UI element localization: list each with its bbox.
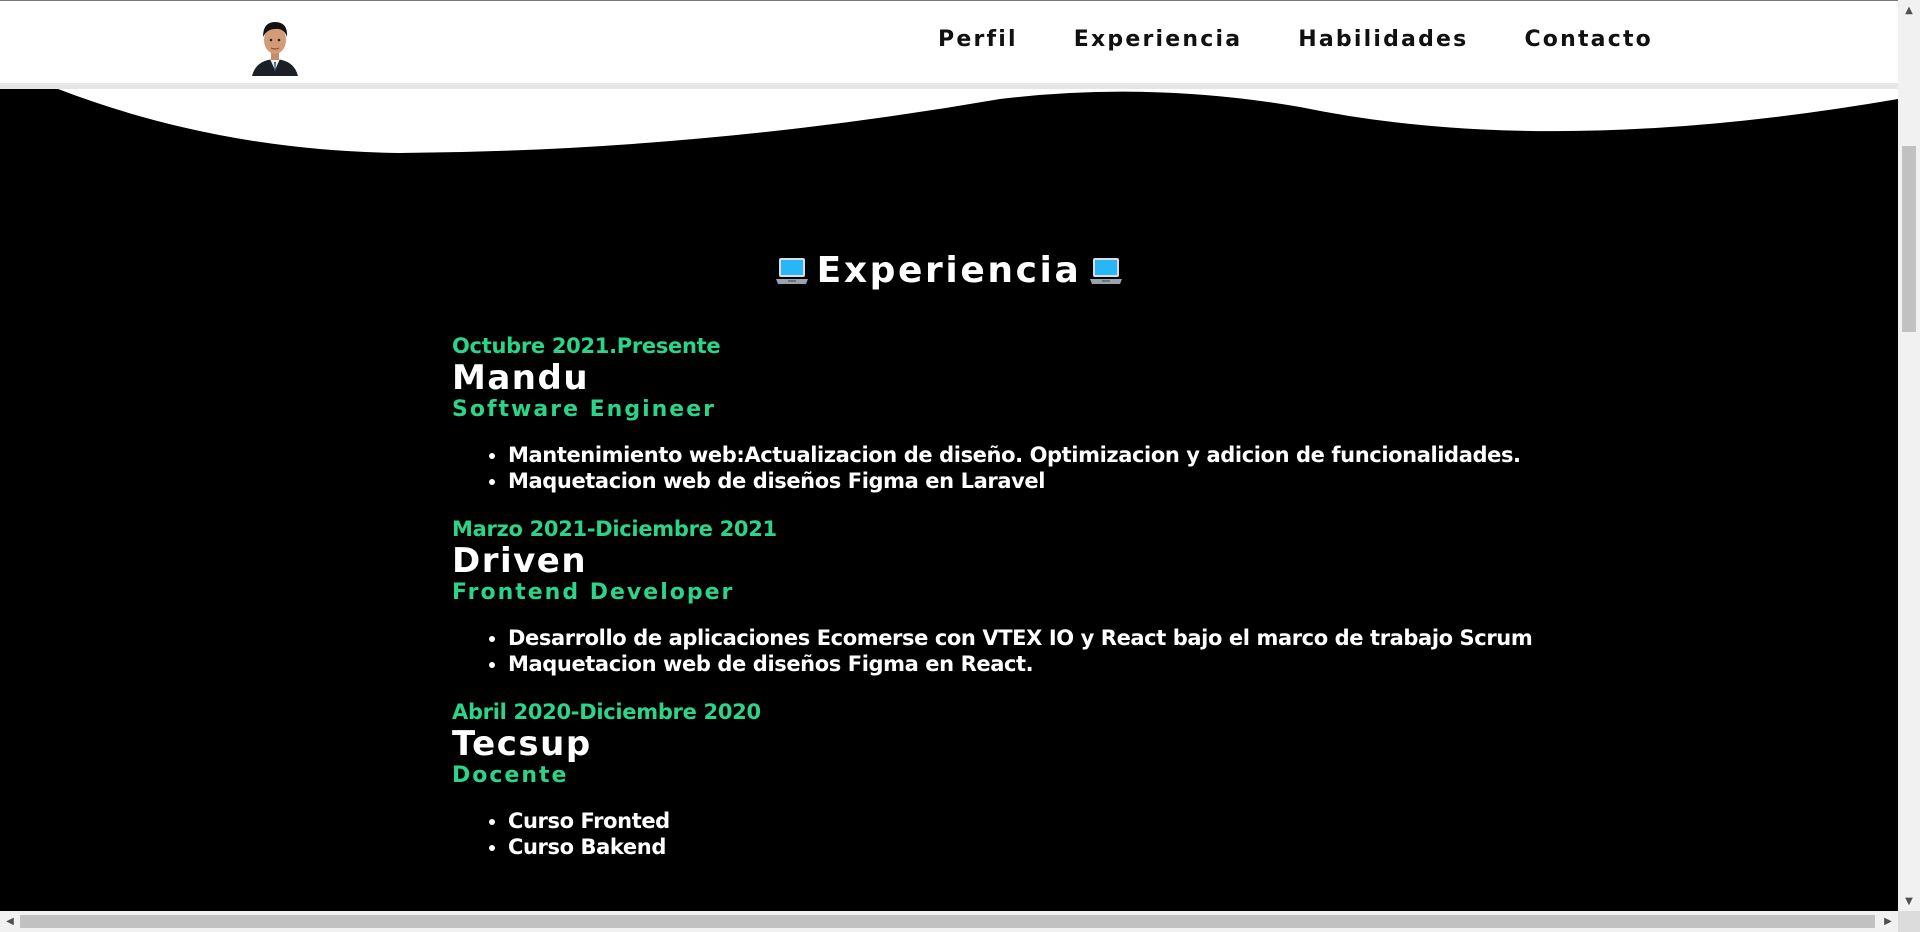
experience-company: Mandu <box>452 358 590 398</box>
task-item: Desarrollo de aplicaciones Ecomerse con … <box>508 625 1552 651</box>
task-list: Desarrollo de aplicaciones Ecomerse con … <box>452 625 1552 677</box>
scrollbar-corner <box>1898 911 1920 932</box>
experience-title: Experiencia <box>0 246 1898 296</box>
task-item: Maquetacion web de diseños Figma en Reac… <box>508 651 1552 677</box>
nav-item-habilidades[interactable]: Habilidades <box>1298 27 1468 52</box>
avatar[interactable] <box>248 16 302 80</box>
experience-role: Frontend Developer <box>452 580 735 605</box>
experience-role: Software Engineer <box>452 397 716 422</box>
experience-item: Marzo 2021-Diciembre 2021 Driven Fronten… <box>452 515 1552 677</box>
nav-item-experiencia[interactable]: Experiencia <box>1074 27 1243 52</box>
experience-company: Tecsup <box>452 724 592 764</box>
task-item: Curso Fronted <box>508 808 1552 834</box>
experience-title-text: Experiencia <box>816 250 1082 291</box>
nav-item-perfil[interactable]: Perfil <box>938 27 1018 52</box>
wave-divider <box>0 89 1898 153</box>
scroll-down-arrow-icon[interactable]: ▼ <box>1898 891 1920 911</box>
experience-period: Octubre 2021.Presente <box>452 334 721 358</box>
vertical-scrollbar[interactable]: ▲ ▼ <box>1898 0 1920 911</box>
experience-item: Abril 2020-Diciembre 2020 Tecsup Docente… <box>452 698 1552 860</box>
scroll-left-arrow-icon[interactable]: ◀ <box>0 911 20 932</box>
experience-role: Docente <box>452 763 569 788</box>
main-nav: Perfil Experiencia Habilidades Contacto <box>938 27 1653 52</box>
horizontal-scrollbar[interactable]: ◀ ▶ <box>0 911 1898 932</box>
task-item: Curso Bakend <box>508 834 1552 860</box>
task-list: Mantenimiento web:Actualizacion de diseñ… <box>452 442 1552 494</box>
experience-item: Octubre 2021.Presente Mandu Software Eng… <box>452 332 1552 494</box>
horizontal-scroll-thumb[interactable] <box>20 915 1875 928</box>
scroll-up-arrow-icon[interactable]: ▲ <box>1898 0 1920 20</box>
laptop-icon <box>775 258 808 284</box>
vertical-scroll-thumb[interactable] <box>1902 146 1916 332</box>
task-item: Maquetacion web de diseños Figma en Lara… <box>508 468 1552 494</box>
experience-period: Marzo 2021-Diciembre 2021 <box>452 517 777 541</box>
scroll-right-arrow-icon[interactable]: ▶ <box>1878 911 1898 932</box>
task-list: Curso Fronted Curso Bakend <box>452 808 1552 860</box>
experience-company: Driven <box>452 541 588 581</box>
nav-item-contacto[interactable]: Contacto <box>1524 27 1653 52</box>
site-header: Perfil Experiencia Habilidades Contacto <box>0 0 1898 89</box>
experience-period: Abril 2020-Diciembre 2020 <box>452 700 761 724</box>
laptop-icon <box>1090 258 1123 284</box>
task-item: Mantenimiento web:Actualizacion de diseñ… <box>508 442 1552 468</box>
